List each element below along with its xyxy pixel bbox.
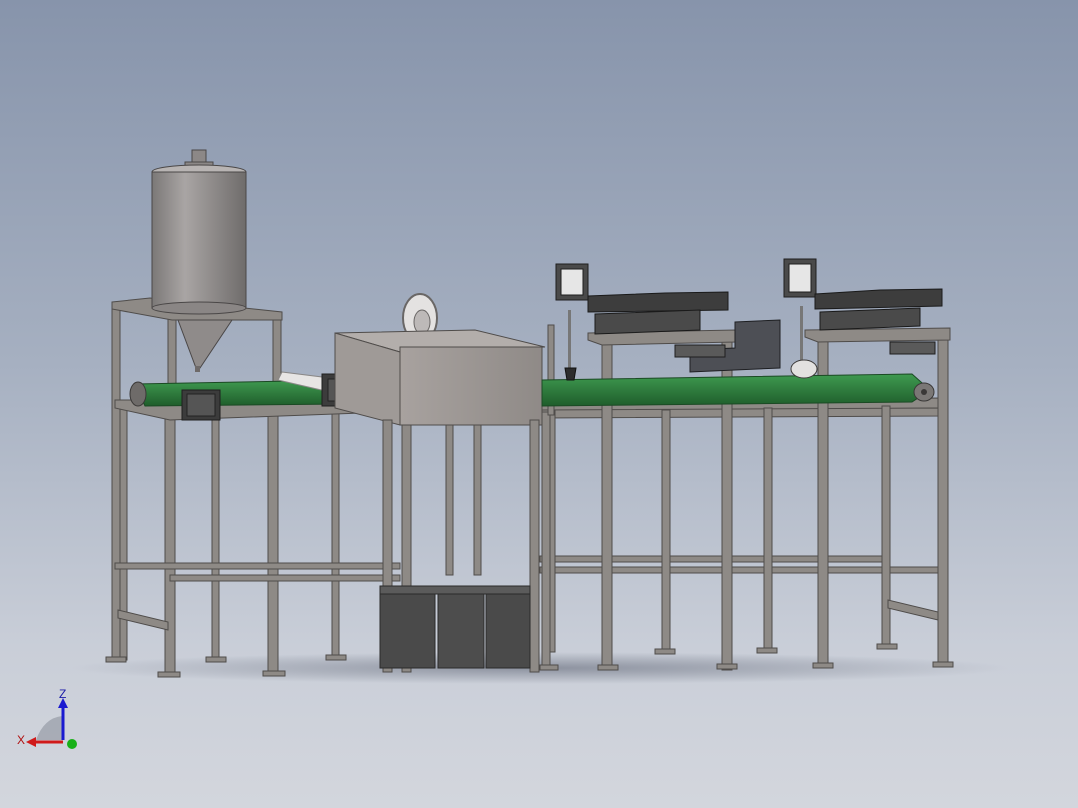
station-1-nozzle — [564, 367, 577, 381]
right-belt-roller-axle — [921, 389, 927, 395]
station-1-cylinder-face — [560, 268, 584, 296]
left-motor-1-face — [186, 393, 216, 417]
hopper-spout — [195, 366, 200, 372]
3d-viewport[interactable]: Z X — [0, 0, 1078, 808]
bins-lid — [379, 585, 531, 595]
x-axis-label: X — [17, 733, 26, 747]
station-2-slide — [819, 307, 921, 331]
station-2-roller — [790, 359, 818, 379]
station-1-arm — [587, 291, 729, 313]
hopper-bottom-rim — [151, 301, 247, 315]
hopper[interactable] — [151, 149, 247, 372]
x-axis-arrow-icon — [26, 737, 36, 747]
station-2-cylinder-face — [788, 263, 812, 293]
y-axis-dot-icon — [67, 739, 77, 749]
bin-2 — [437, 585, 485, 669]
station-1-mount — [674, 344, 726, 358]
left-belt-roller — [129, 381, 147, 407]
hopper-cylinder — [151, 171, 247, 309]
oven-front-face — [399, 346, 543, 426]
right-conveyor[interactable] — [541, 373, 935, 407]
bin-3 — [485, 585, 531, 669]
bin-1 — [379, 585, 436, 669]
oven-leg-3 — [445, 424, 454, 576]
station-2-arm — [814, 288, 943, 310]
coordinate-triad: Z X — [16, 686, 86, 750]
right-belt — [541, 373, 931, 407]
machine-assembly-model[interactable] — [0, 0, 1078, 808]
oven-wheel-hub — [413, 309, 431, 335]
gripper-station-1[interactable] — [555, 263, 781, 381]
triad-svg — [26, 698, 77, 749]
station-1-slide — [594, 309, 701, 335]
oven-leg-5 — [529, 419, 540, 673]
z-axis-label: Z — [59, 687, 67, 701]
station-2-mount — [889, 341, 936, 355]
hopper-cone — [177, 319, 233, 369]
gripper-station-2[interactable] — [783, 258, 943, 379]
triad-base-icon — [36, 716, 62, 740]
station-2-rod — [800, 306, 803, 362]
oven-leg-4 — [473, 424, 482, 576]
station-1-rod — [568, 310, 571, 370]
collection-bins[interactable] — [379, 585, 531, 669]
